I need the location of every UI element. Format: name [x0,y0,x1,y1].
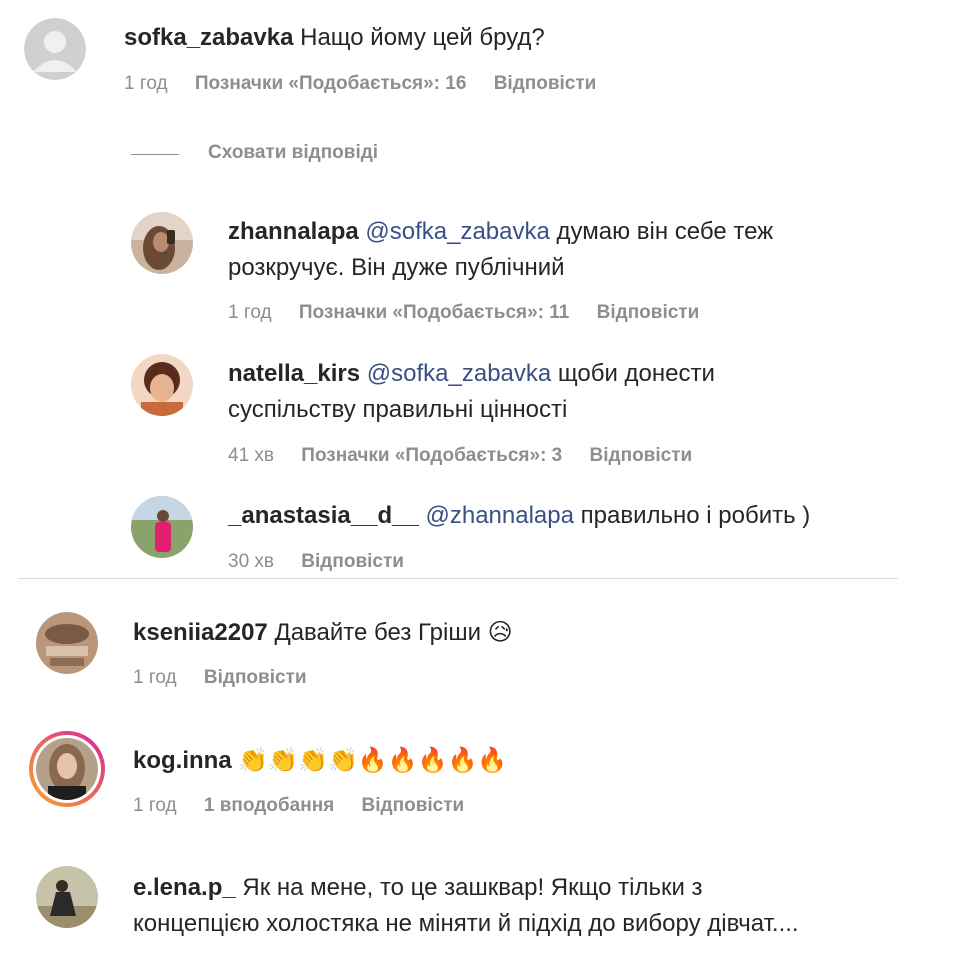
comment-time[interactable]: 41 хв [228,445,274,466]
comment-body: sofka_zabavka Нащо йому цей бруд? [124,20,545,56]
divider [18,578,898,579]
avatar[interactable] [131,212,193,274]
avatar[interactable] [36,612,98,674]
comment-time[interactable]: 1 год [228,302,272,323]
reply-button[interactable]: Відповісти [597,302,700,323]
reply-button[interactable]: Відповісти [362,795,465,816]
comment-time[interactable]: 1 год [124,73,168,94]
reply-button[interactable]: Відповісти [494,73,597,94]
username-link[interactable]: kog.inna [133,747,232,774]
comment-text: Нащо йому цей бруд? [300,24,545,51]
avatar[interactable] [36,866,98,928]
comment-meta: 1 год Відповісти [133,667,329,689]
comment-text: правильно і робить ) [580,502,811,529]
likes-count-button[interactable]: Позначки «Подобається»: 3 [301,445,562,466]
username-link[interactable]: e.lena.p_ [133,874,236,901]
reply-button[interactable]: Відповісти [301,551,404,572]
comment-text: думаю він себе теж [556,218,774,245]
reply-body: zhannalapa @sofka_zabavka думаю він себе… [228,214,908,286]
reply-button[interactable]: Відповісти [204,667,307,688]
comment-text: суспільству правильні цінності [228,396,568,423]
username-link[interactable]: kseniia2207 [133,619,268,646]
comment-meta: 30 хв Відповісти [228,551,426,573]
comment-text: щоби донести [557,360,715,387]
comment-time[interactable]: 1 год [133,795,177,816]
comment-meta: 1 год Позначки «Подобається»: 11 Відпові… [228,302,721,324]
username-link[interactable]: natella_kirs [228,360,360,387]
avatar[interactable] [131,496,193,558]
hide-replies-line [131,154,179,155]
comment-text: концепцією холостяка не міняти й підхід … [133,910,799,937]
avatar[interactable] [131,354,193,416]
comment-time[interactable]: 1 год [133,667,177,688]
comment-meta: 41 хв Позначки «Подобається»: 3 Відповіс… [228,445,714,467]
likes-count-button[interactable]: 1 вподобання [204,795,334,816]
mention-link[interactable]: @sofka_zabavka [365,218,549,245]
comment-body: kseniia2207 Давайте без Гріши 😥 [133,614,513,651]
likes-count-button[interactable]: Позначки «Подобається»: 11 [299,302,569,323]
comment-body: kog.inna 👏👏👏👏🔥🔥🔥🔥🔥 [133,742,507,779]
comment-text: Як на мене, то це зашквар! Якщо тільки з [242,874,703,901]
clap-fire-emoji-icon: 👏👏👏👏🔥🔥🔥🔥🔥 [238,746,508,774]
avatar [36,738,98,800]
username-link[interactable]: sofka_zabavka [124,24,293,51]
reply-button[interactable]: Відповісти [590,445,693,466]
mention-link[interactable]: @sofka_zabavka [367,360,551,387]
sad-emoji-icon: 😥 [487,618,513,646]
comment-body: e.lena.p_ Як на мене, то це зашквар! Якщ… [133,870,933,942]
mention-link[interactable]: @zhannalapa [425,502,573,529]
default-avatar-icon[interactable] [24,18,86,80]
story-ring[interactable] [29,731,105,807]
reply-body: natella_kirs @sofka_zabavka щоби донести… [228,356,908,428]
reply-body: _anastasia__d__ @zhannalapa правильно і … [228,498,908,534]
likes-count-button[interactable]: Позначки «Подобається»: 16 [195,73,467,94]
comment-text: розкручує. Він дуже публічний [228,254,565,281]
comment-meta: 1 год Позначки «Подобається»: 16 Відпові… [124,73,618,95]
username-link[interactable]: _anastasia__d__ [228,502,419,529]
comment-text: Давайте без Гріши [274,619,481,646]
username-link[interactable]: zhannalapa [228,218,359,245]
comment-meta: 1 год 1 вподобання Відповісти [133,795,486,817]
comment-time[interactable]: 30 хв [228,551,274,572]
hide-replies-button[interactable]: Сховати відповіді [208,142,400,164]
